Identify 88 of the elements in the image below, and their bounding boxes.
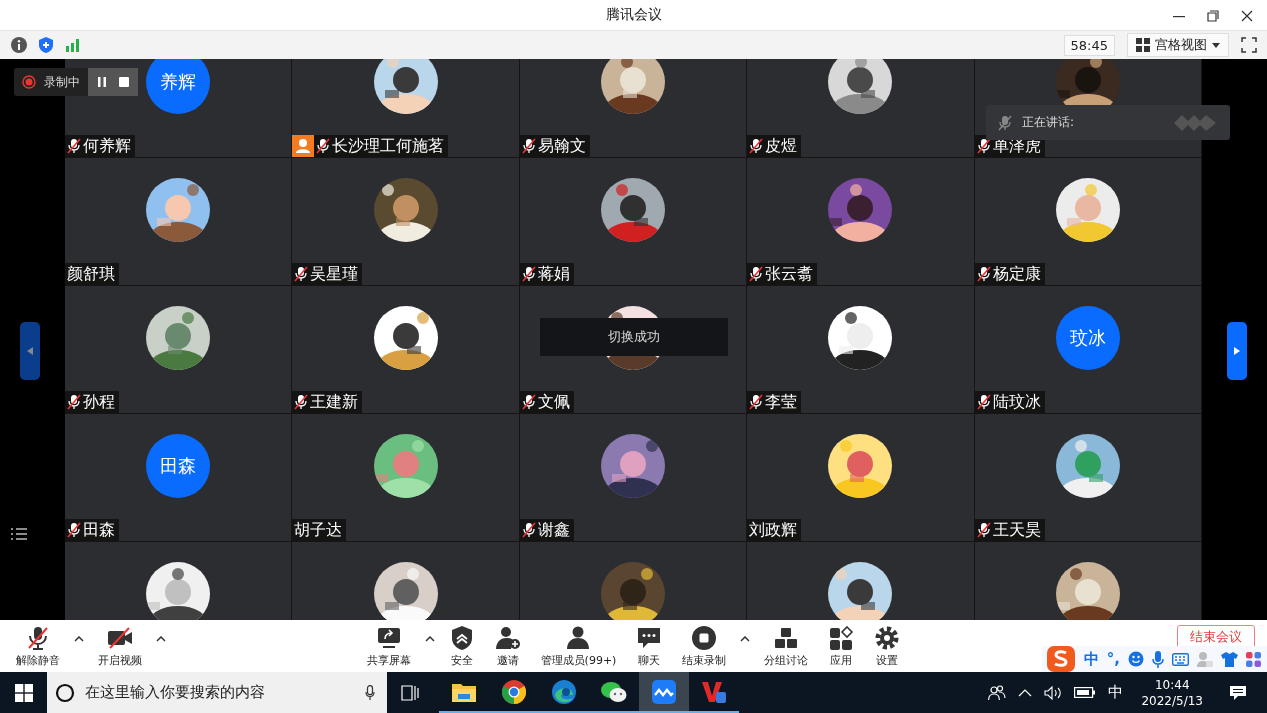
ime-mode[interactable]: 中: [1083, 649, 1099, 669]
clock-time[interactable]: 10:44: [1154, 676, 1190, 693]
meeting-timer: 58:45: [1063, 34, 1115, 56]
participant-name: 颜舒琪: [67, 263, 115, 285]
participant-name: 蒋娟: [537, 263, 570, 285]
avatar: 养辉: [146, 59, 211, 114]
participant-name: 皮煜: [765, 135, 798, 157]
signal-icon[interactable]: [64, 36, 82, 54]
keyboard-icon[interactable]: [1172, 652, 1189, 666]
battery-icon[interactable]: [1074, 687, 1097, 698]
stop-icon[interactable]: [118, 76, 130, 88]
participant-name: 陆玟冰: [992, 391, 1041, 413]
fullscreen-icon[interactable]: [1241, 37, 1257, 53]
participant-name: 王天昊: [992, 519, 1041, 541]
toolbox-icon[interactable]: [1246, 651, 1261, 667]
grid-icon: [1136, 38, 1150, 52]
settings-icon: [874, 624, 901, 651]
shirt-icon[interactable]: [1221, 651, 1238, 667]
pause-icon[interactable]: [96, 76, 108, 88]
participant-name: 长沙理工何施茗: [332, 135, 445, 157]
share-button[interactable]: 共享屏幕: [358, 624, 419, 668]
previous-page-button[interactable]: [20, 322, 40, 380]
muted-mic-icon: [998, 114, 1012, 131]
record-button[interactable]: 结束录制: [674, 624, 735, 668]
microphone-icon[interactable]: [365, 684, 375, 701]
restore-icon[interactable]: [1207, 10, 1219, 22]
record-icon: [691, 624, 718, 651]
toast-message: 切换成功: [540, 318, 728, 356]
caret-icon[interactable]: [424, 636, 435, 642]
shield-icon[interactable]: [37, 36, 55, 54]
mic-off-icon: [25, 624, 51, 651]
members-icon: [565, 624, 592, 651]
ime-punctuation[interactable]: °,: [1106, 650, 1120, 668]
invite-icon: [494, 624, 521, 651]
settings-button[interactable]: 设置: [866, 624, 909, 668]
cortana-icon: [55, 682, 75, 703]
participant-name: 何养辉: [83, 135, 131, 157]
caret-icon[interactable]: [74, 636, 84, 642]
participant-name: 刘政辉: [749, 519, 798, 541]
window-title: 腾讯会议: [605, 6, 662, 24]
participant-name: 吴星瑾: [310, 263, 359, 285]
meeting-app-icon[interactable]: [639, 672, 689, 713]
ime-logo-icon[interactable]: [1045, 645, 1076, 673]
right-arrow-icon: [1234, 347, 1240, 355]
participant-name: 易翰文: [537, 135, 586, 157]
windows-start-icon[interactable]: [15, 683, 33, 702]
participant-name: 杨定康: [992, 263, 1041, 285]
participant-name: 文佩: [537, 391, 570, 413]
view-mode-dropdown[interactable]: 宫格视图: [1127, 33, 1229, 57]
close-icon[interactable]: [1241, 10, 1253, 22]
participant-name: 王建新: [310, 391, 359, 413]
participant-name: 田森: [83, 519, 115, 541]
breakout-button[interactable]: 分组讨论: [756, 624, 817, 668]
caret-icon[interactable]: [156, 636, 166, 642]
apps-icon: [828, 624, 855, 651]
chat-button[interactable]: 聊天: [628, 624, 671, 668]
participant-name: 胡子达: [294, 519, 343, 541]
recording-label: 录制中: [44, 73, 80, 91]
task-view-icon[interactable]: [401, 684, 419, 701]
list-icon[interactable]: [11, 528, 27, 540]
notification-icon[interactable]: [1229, 684, 1247, 701]
info-icon[interactable]: [10, 36, 28, 54]
input-language[interactable]: 中: [1108, 683, 1124, 702]
apps-button[interactable]: 应用: [820, 624, 863, 668]
recording-icon: [22, 75, 36, 89]
invite-button[interactable]: 邀请: [486, 624, 529, 668]
participant-name: 张云翥: [765, 263, 814, 285]
caret-icon[interactable]: [740, 636, 751, 642]
emoji-icon[interactable]: [1128, 651, 1144, 667]
end-meeting-button[interactable]: 结束会议: [1177, 625, 1255, 649]
speaking-label: 正在讲话:: [1022, 114, 1075, 131]
people-icon[interactable]: [988, 684, 1007, 701]
left-arrow-icon: [27, 347, 33, 355]
mic-off-button[interactable]: 解除静音: [8, 624, 68, 668]
speaker-icon[interactable]: [1044, 685, 1063, 700]
participant-name: 孙程: [83, 391, 115, 413]
avatar: 田森: [146, 434, 211, 498]
members-button[interactable]: 管理成员(99+): [532, 624, 625, 668]
avatar: 玟冰: [1055, 306, 1120, 370]
video-off-button[interactable]: 开启视频: [90, 624, 150, 668]
chevron-up-icon[interactable]: [1018, 688, 1033, 697]
participant-name: 谢鑫: [537, 519, 570, 541]
security-button[interactable]: 安全: [440, 624, 483, 668]
clock-date[interactable]: 2022/5/13: [1141, 692, 1203, 709]
dropdown-caret-icon: [1212, 42, 1220, 48]
taskbar-search-field[interactable]: 在这里输入你要搜索的内容: [47, 672, 387, 713]
next-page-button[interactable]: [1227, 322, 1247, 380]
participant-name: 李莹: [765, 391, 798, 413]
